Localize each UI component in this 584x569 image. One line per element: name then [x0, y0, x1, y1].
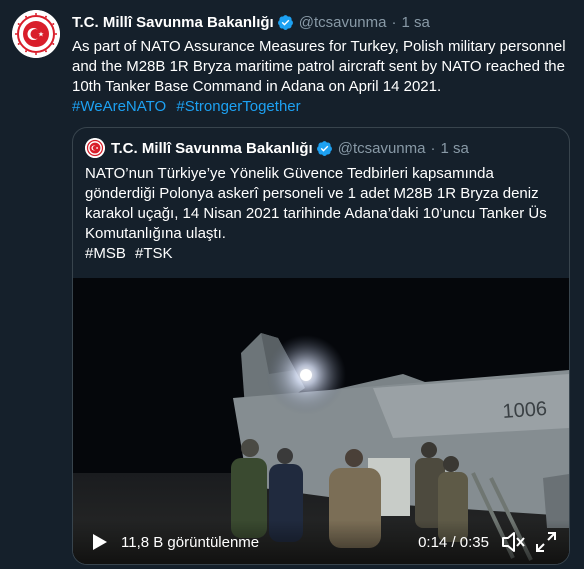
quote-text: NATO’nun Türkiye’ye Yönelik Güvence Tedb… — [85, 164, 559, 264]
quote-timestamp[interactable]: 1 sa — [440, 140, 468, 157]
quote-author-name[interactable]: T.C. Millî Savunma Bakanlığı — [111, 140, 313, 157]
quote-body: NATO’nun Türkiye’ye Yönelik Güvence Tedb… — [85, 165, 547, 242]
video-controls: 11,8 B görüntülenme 0:14 / 0:35 — [73, 520, 569, 564]
author-name[interactable]: T.C. Millî Savunma Bakanlığı — [72, 14, 274, 31]
time-separator: / — [447, 534, 460, 551]
current-time: 0:14 — [418, 534, 448, 551]
quote-hashtag-list: #MSB #TSK — [85, 245, 178, 262]
tweet-text: As part of NATO Assurance Measures for T… — [72, 37, 572, 117]
timestamp[interactable]: 1 sa — [401, 14, 429, 31]
svg-text:1006: 1006 — [502, 398, 548, 423]
video-player[interactable]: 1006 11,8 B görüntülenme 0:14 / 0:35 — [73, 278, 569, 564]
hashtag-link[interactable]: #MSB — [85, 245, 126, 262]
avatar[interactable] — [12, 10, 60, 58]
hashtag-list: #WeAreNATO #StrongerTogether — [72, 98, 307, 115]
play-icon[interactable] — [89, 532, 109, 552]
quote-avatar[interactable] — [85, 138, 105, 158]
fullscreen-icon[interactable] — [535, 531, 557, 553]
verified-badge-icon — [277, 14, 293, 30]
author-handle[interactable]: @tcsavunma — [299, 14, 387, 31]
quote-author-handle[interactable]: @tcsavunma — [338, 140, 426, 157]
time-display: 0:14 / 0:35 — [418, 534, 489, 551]
quoted-tweet[interactable]: T.C. Millî Savunma Bakanlığı @tcsavunma … — [72, 127, 570, 565]
tweet[interactable]: T.C. Millî Savunma Bakanlığı @tcsavunma … — [0, 0, 584, 569]
quote-header: T.C. Millî Savunma Bakanlığı @tcsavunma … — [111, 138, 469, 158]
msb-logo-icon — [12, 10, 60, 58]
tweet-body: As part of NATO Assurance Measures for T… — [72, 38, 566, 95]
hashtag-link[interactable]: #TSK — [135, 245, 173, 262]
hashtag-link[interactable]: #StrongerTogether — [176, 98, 300, 115]
duration: 0:35 — [459, 534, 489, 551]
separator-dot: · — [391, 13, 397, 31]
view-count: 11,8 B görüntülenme — [121, 534, 260, 551]
verified-badge-icon — [316, 140, 332, 156]
volume-muted-icon[interactable] — [501, 531, 525, 553]
hashtag-link[interactable]: #WeAreNATO — [72, 98, 166, 115]
tweet-header: T.C. Millî Savunma Bakanlığı @tcsavunma … — [72, 12, 430, 32]
msb-logo-icon — [85, 138, 105, 158]
separator-dot: · — [430, 139, 436, 157]
